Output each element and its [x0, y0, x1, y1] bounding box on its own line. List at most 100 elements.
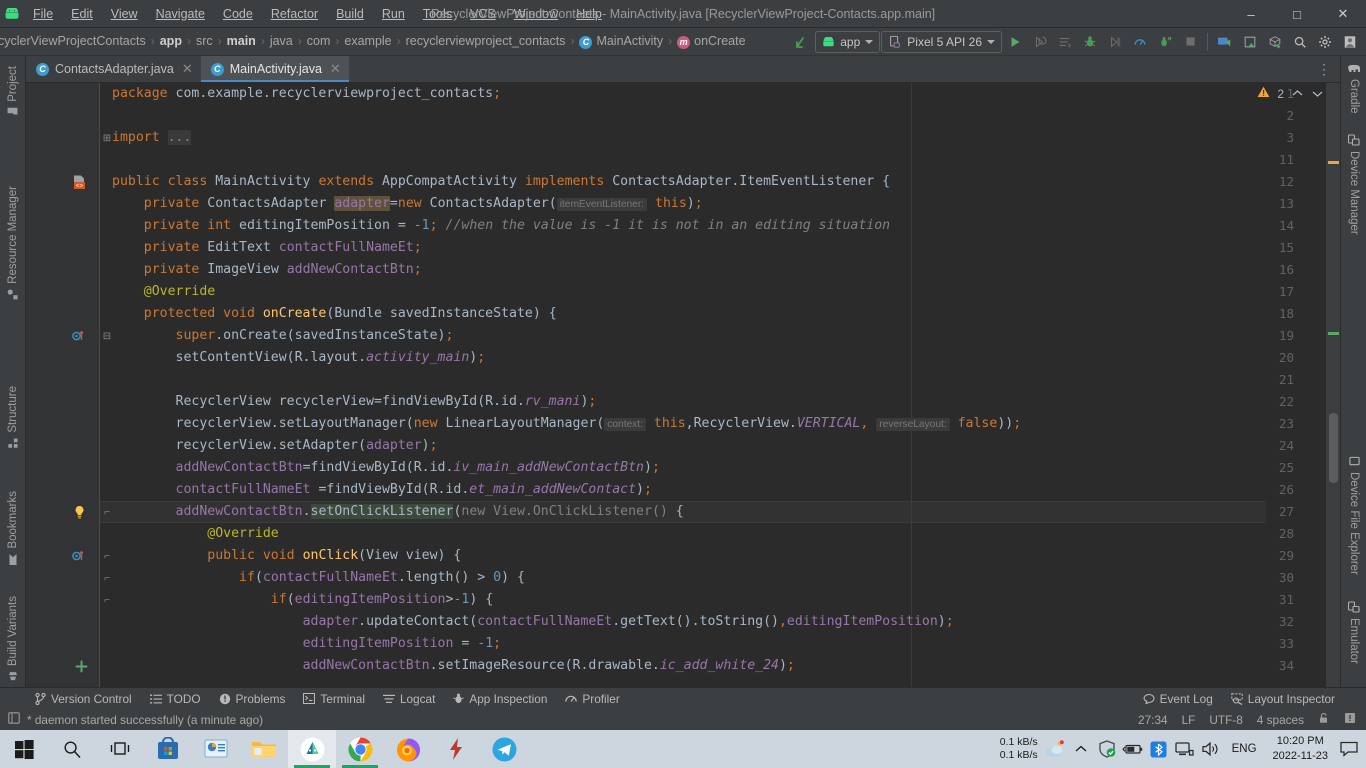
scrollbar-thumb[interactable] — [1329, 413, 1338, 483]
flash-icon[interactable] — [432, 730, 480, 768]
menu-run[interactable]: Run — [373, 4, 414, 24]
caret-position[interactable]: 27:34 — [1138, 713, 1168, 727]
tab-options-icon[interactable]: ⋮ — [1309, 56, 1340, 82]
bottom-item-event-log[interactable]: Event Log — [1134, 690, 1222, 708]
battery-icon[interactable] — [1120, 730, 1146, 768]
telegram-icon[interactable] — [480, 730, 528, 768]
code-line-13[interactable]: private ContactsAdapter adapter=new Cont… — [100, 193, 703, 215]
menu-view[interactable]: View — [102, 4, 147, 24]
sidebar-item-bookmarks[interactable]: Bookmarks — [0, 491, 26, 566]
code-line-30[interactable]: if(contactFullNameEt.length() > 0) { — [100, 567, 525, 589]
code-line-20[interactable]: setContentView(R.layout.activity_main); — [100, 347, 486, 369]
marker-warning[interactable] — [1328, 161, 1339, 164]
bottom-item-problems[interactable]: Problems — [210, 690, 295, 708]
override-method-icon[interactable] — [70, 325, 88, 347]
debug-icon[interactable] — [1078, 30, 1102, 54]
code-line-14[interactable]: private int editingItemPosition = -1; //… — [100, 215, 890, 237]
bottom-item-logcat[interactable]: Logcat — [374, 690, 444, 708]
bottom-item-layout-inspector[interactable]: Layout Inspector — [1222, 690, 1344, 708]
maximize-button[interactable]: □ — [1274, 0, 1320, 28]
code-text-area[interactable]: package com.example.recyclerviewproject_… — [100, 83, 1340, 687]
tab-close-icon[interactable]: ✕ — [330, 61, 341, 77]
clock[interactable]: 10:20 PM 2022-11-23 — [1265, 734, 1336, 764]
attach-debugger-icon[interactable] — [1103, 30, 1127, 54]
inspection-widget[interactable]: 2 — [1257, 86, 1324, 101]
file-encoding[interactable]: UTF-8 — [1209, 713, 1242, 727]
code-line-31[interactable]: if(editingItemPosition>-1) { — [100, 589, 493, 611]
breadcrumb-java[interactable]: java — [268, 33, 295, 49]
user-account-icon[interactable] — [1338, 30, 1362, 54]
gradle-sync-icon[interactable] — [1263, 30, 1287, 54]
module-selector[interactable]: app — [815, 30, 881, 53]
menu-window[interactable]: Window — [505, 4, 567, 24]
bottom-item-terminal[interactable]: Terminal — [294, 690, 374, 708]
line-separator[interactable]: LF — [1182, 713, 1196, 727]
bluetooth-icon[interactable] — [1146, 730, 1172, 768]
code-line-17[interactable]: @Override — [100, 281, 215, 303]
code-line-15[interactable]: private EditText contactFullNameEt; — [100, 237, 422, 259]
menu-refactor[interactable]: Refactor — [262, 4, 327, 24]
settings-gear-icon[interactable] — [1313, 30, 1337, 54]
breadcrumb-oncreate[interactable]: m onCreate — [675, 33, 747, 49]
tab-contactsadapter[interactable]: C ContactsAdapter.java ✕ — [26, 56, 201, 82]
code-line-16[interactable]: private ImageView addNewContactBtn; — [100, 259, 422, 281]
search-everywhere-icon[interactable] — [1288, 30, 1312, 54]
breadcrumb-com[interactable]: com — [305, 33, 333, 49]
marker-change[interactable] — [1328, 332, 1339, 335]
stop-icon[interactable] — [1178, 30, 1202, 54]
show-hidden-icons-icon[interactable] — [1068, 730, 1094, 768]
volume-icon[interactable] — [1198, 730, 1224, 768]
sidebar-item-resource-manager[interactable]: Resource Manager — [0, 186, 26, 300]
chevron-down-icon[interactable] — [1311, 87, 1324, 101]
sidebar-item-device-manager[interactable]: Device Manager — [1341, 134, 1366, 235]
back-arrow-icon[interactable] — [790, 30, 814, 54]
status-message[interactable]: * daemon started successfully (a minute … — [27, 713, 263, 727]
sidebar-item-device-file-explorer[interactable]: Device File Explorer — [1341, 456, 1366, 575]
code-line-34[interactable]: addNewContactBtn.setImageResource(R.draw… — [100, 655, 795, 677]
tab-mainactivity[interactable]: C MainActivity.java ✕ — [200, 56, 349, 82]
breadcrumb-example[interactable]: example — [342, 33, 393, 49]
windows-security-icon[interactable] — [1094, 730, 1120, 768]
code-line-32[interactable]: adapter.updateContact(contactFullNameEt.… — [100, 611, 954, 633]
weather-cloud-icon[interactable] — [1042, 730, 1068, 768]
code-line-33[interactable]: editingItemPosition = -1; — [100, 633, 502, 655]
run-icon[interactable] — [1003, 30, 1027, 54]
code-line-22[interactable]: RecyclerView recyclerView=findViewById(R… — [100, 391, 597, 413]
firefox-icon[interactable] — [384, 730, 432, 768]
breadcrumb-project[interactable]: RecyclerViewProjectContacts — [0, 33, 148, 49]
console-icon[interactable] — [8, 712, 20, 727]
google-chrome-icon[interactable] — [336, 730, 384, 768]
add-line-icon[interactable] — [72, 655, 90, 677]
run-coverage-icon[interactable] — [1153, 30, 1177, 54]
bottom-item-app-inspection[interactable]: App Inspection — [444, 690, 556, 708]
sidebar-item-gradle[interactable]: Gradle — [1341, 64, 1366, 114]
microsoft-store-icon[interactable] — [144, 730, 192, 768]
bottom-item-todo[interactable]: TODO — [141, 690, 210, 708]
indent-setting[interactable]: 4 spaces — [1257, 713, 1304, 727]
close-button[interactable]: ✕ — [1320, 0, 1366, 28]
chevron-up-icon[interactable] — [1291, 87, 1304, 101]
input-language[interactable]: ENG — [1224, 743, 1265, 755]
file-explorer-icon[interactable] — [240, 730, 288, 768]
editor-scrollbar[interactable] — [1326, 83, 1340, 687]
menu-tools[interactable]: Tools — [414, 4, 461, 24]
breadcrumb-app[interactable]: app — [158, 33, 184, 49]
powerpoint-icon[interactable] — [192, 730, 240, 768]
code-line-23[interactable]: recyclerView.setLayoutManager(new Linear… — [100, 413, 1021, 435]
read-write-lock-icon[interactable] — [1318, 712, 1330, 727]
minimize-button[interactable]: – — [1228, 0, 1274, 28]
sidebar-item-build-variants[interactable]: Build Variants — [0, 596, 26, 681]
code-line-29[interactable]: public void onClick(View view) { — [100, 545, 461, 567]
notifications-icon[interactable] — [1344, 712, 1356, 727]
code-line-24[interactable]: recyclerView.setAdapter(adapter); — [100, 435, 438, 457]
network-icon[interactable] — [1172, 730, 1198, 768]
menu-file[interactable]: File — [24, 4, 62, 24]
device-selector[interactable]: Pixel 5 API 26 — [881, 30, 1002, 53]
action-center-icon[interactable] — [1336, 730, 1362, 768]
editor-gutter[interactable] — [26, 83, 100, 687]
sidebar-item-structure[interactable]: Structure — [0, 386, 26, 449]
avd-manager-icon[interactable] — [1213, 30, 1237, 54]
menu-vcs[interactable]: VCS — [461, 4, 505, 24]
apply-code-changes-icon[interactable] — [1053, 30, 1077, 54]
task-view-icon[interactable] — [96, 730, 144, 768]
